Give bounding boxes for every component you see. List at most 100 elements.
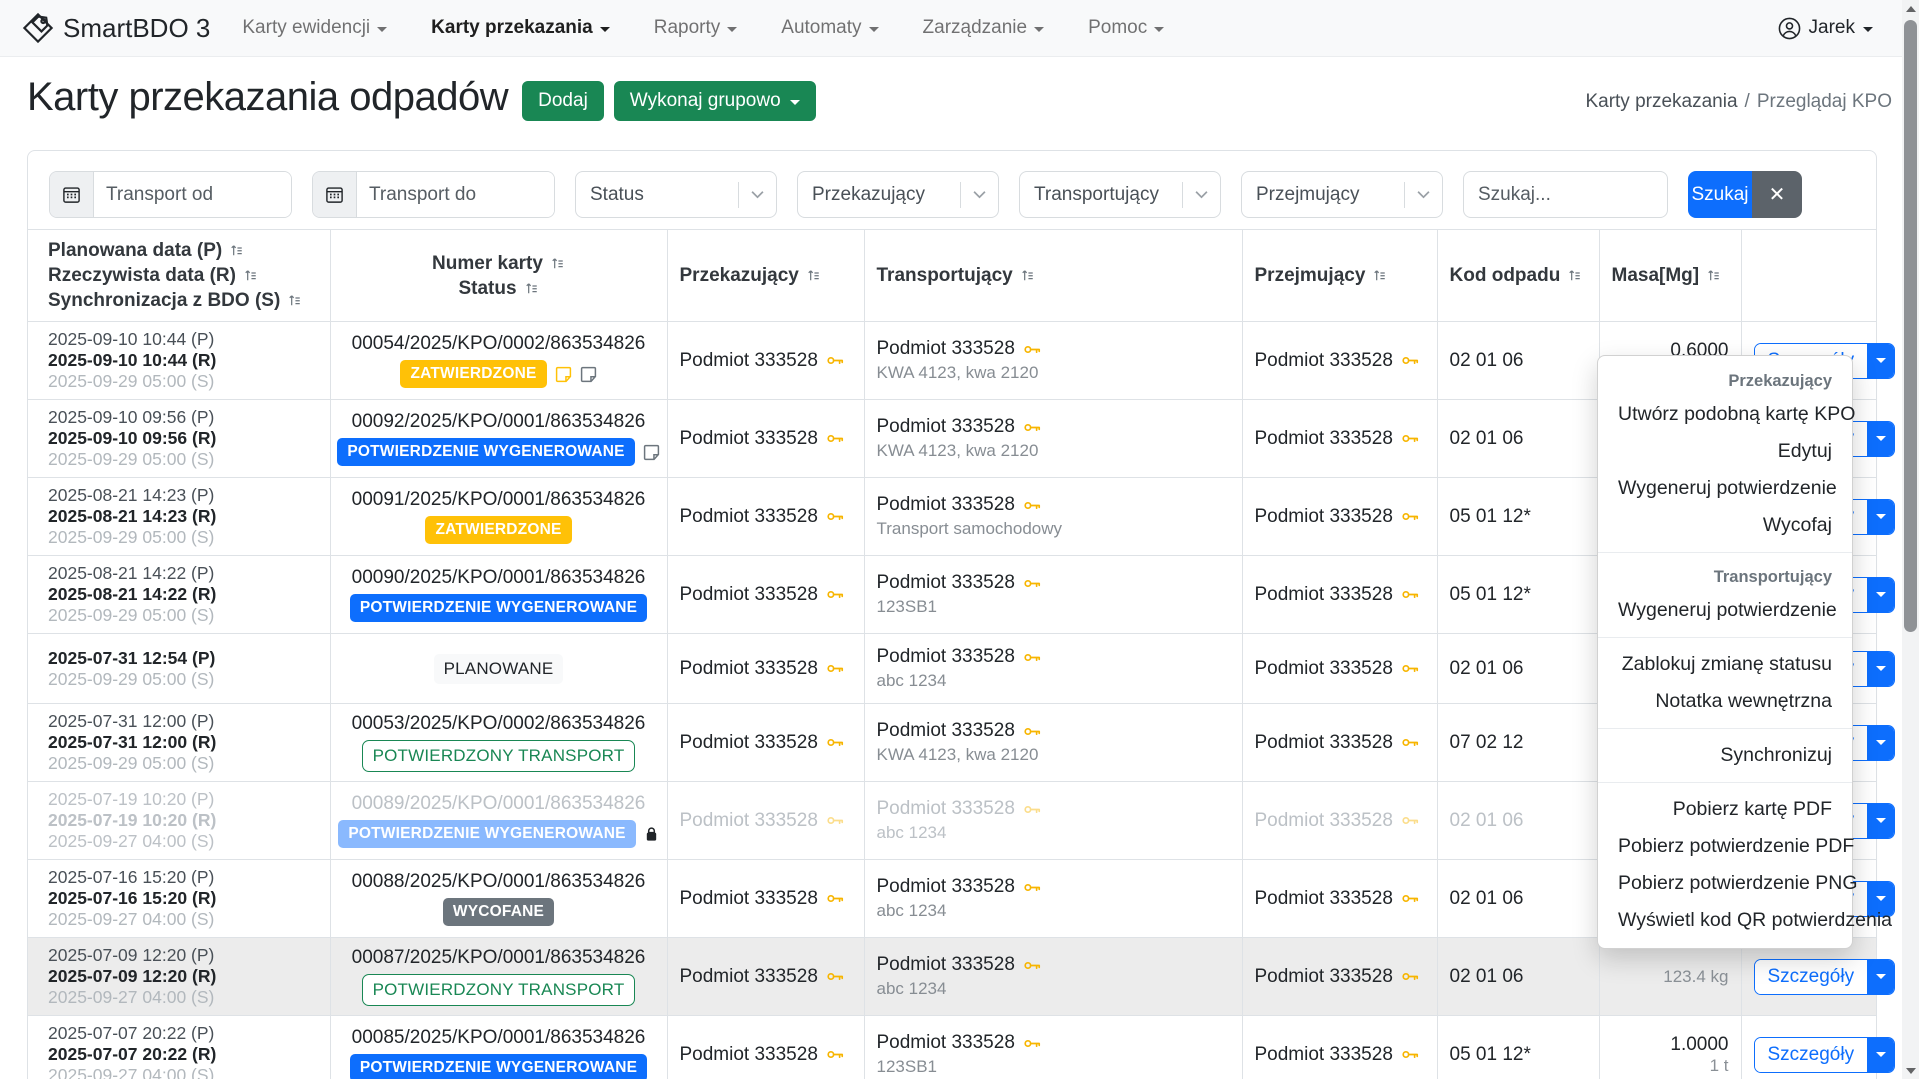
details-caret-button[interactable] — [1867, 804, 1894, 838]
przejmujacy-cell: Podmiot 333528 — [1242, 704, 1437, 782]
calendar-icon[interactable] — [50, 172, 94, 217]
search-input[interactable] — [1463, 171, 1668, 218]
user-menu[interactable]: Jarek — [1778, 17, 1873, 40]
group-actions-button[interactable]: Wykonaj grupowo — [614, 81, 816, 121]
page-header: Karty przekazania odpadów Dodaj Wykonaj … — [0, 57, 1919, 121]
sort-icon — [806, 268, 821, 283]
nav-item-3[interactable]: Automaty — [781, 17, 878, 39]
menu-divider — [1598, 637, 1852, 638]
date-line: 2025-08-21 14:23 (R) — [48, 506, 318, 527]
menu-item[interactable]: Wyświetl kod QR potwierdzenia — [1598, 902, 1852, 939]
menu-item[interactable]: Synchronizuj — [1598, 737, 1852, 774]
calendar-icon[interactable] — [313, 172, 357, 217]
add-button[interactable]: Dodaj — [522, 81, 604, 121]
note-gray-icon[interactable] — [580, 366, 597, 383]
menu-item[interactable]: Pobierz kartę PDF — [1598, 791, 1852, 828]
waste-code-cell: 02 01 06 — [1437, 322, 1599, 400]
header-przejmujacy[interactable]: Przejmujący — [1242, 230, 1437, 322]
key-icon — [1401, 733, 1420, 752]
transportujacy-select[interactable]: Transportujący — [1019, 171, 1221, 218]
sort-icon — [229, 243, 244, 258]
mass-cell: 123.4 kg — [1599, 938, 1741, 1016]
przejmujacy-select[interactable]: Przejmujący — [1241, 171, 1443, 218]
nav-item-4[interactable]: Zarządzanie — [923, 17, 1045, 39]
table-row[interactable]: 2025-07-07 20:22 (P)2025-07-07 20:22 (R)… — [28, 1016, 1876, 1079]
header-kod-odpadu[interactable]: Kod odpadu — [1437, 230, 1599, 322]
przekazujacy-name: Podmiot 333528 — [680, 658, 818, 680]
header-masa[interactable]: Masa[Mg] — [1599, 230, 1741, 322]
chevron-down-icon — [1876, 974, 1886, 979]
note-yellow-icon[interactable] — [555, 366, 572, 383]
header-przekazujacy[interactable]: Przekazujący — [667, 230, 864, 322]
details-caret-button[interactable] — [1867, 652, 1894, 686]
dates-cell: 2025-08-21 14:22 (P)2025-08-21 14:22 (R)… — [28, 556, 330, 634]
status-select[interactable]: Status — [575, 171, 777, 218]
menu-item[interactable]: Notatka wewnętrzna — [1598, 683, 1852, 720]
waste-code-cell: 05 01 12* — [1437, 556, 1599, 634]
przejmujacy-cell: Podmiot 333528 — [1242, 322, 1437, 400]
przejmujacy-name: Podmiot 333528 — [1255, 888, 1393, 910]
search-button[interactable]: Szukaj — [1688, 171, 1752, 218]
page-scrollbar[interactable] — [1902, 0, 1919, 1079]
chevron-down-icon — [600, 27, 610, 32]
details-caret-button[interactable] — [1867, 960, 1894, 994]
details-caret-button[interactable] — [1867, 500, 1894, 534]
przekazujacy-name: Podmiot 333528 — [680, 888, 818, 910]
menu-item[interactable]: Wycofaj — [1598, 507, 1852, 544]
date-line: 2025-09-29 05:00 (S) — [48, 605, 318, 626]
header-transportujacy[interactable]: Transportujący — [864, 230, 1242, 322]
app-brand[interactable]: SmartBDO 3 — [22, 12, 210, 44]
sort-icon — [287, 293, 302, 308]
transportujacy-cell: Podmiot 333528 KWA 4123, kwa 2120 — [864, 322, 1242, 400]
header-number-status[interactable]: Numer karty Status — [330, 230, 667, 322]
scroll-down-arrow[interactable] — [1902, 1062, 1919, 1079]
details-split-button[interactable]: Szczegóły — [1754, 1037, 1896, 1073]
menu-item[interactable]: Wygeneruj potwierdzenie — [1598, 592, 1852, 629]
clear-filters-button[interactable]: ✕ — [1752, 171, 1802, 218]
details-button-label[interactable]: Szczegóły — [1755, 1038, 1868, 1072]
key-icon — [826, 429, 845, 448]
dates-cell: 2025-07-31 12:00 (P)2025-07-31 12:00 (R)… — [28, 704, 330, 782]
details-caret-button[interactable] — [1867, 422, 1894, 456]
scroll-up-arrow[interactable] — [1902, 0, 1919, 17]
menu-item[interactable]: Utwórz podobną kartę KPO — [1598, 396, 1852, 433]
note-gray-icon[interactable] — [643, 444, 660, 461]
details-caret-button[interactable] — [1867, 578, 1894, 612]
nav-item-2[interactable]: Raporty — [654, 17, 738, 39]
waste-code-cell: 05 01 12* — [1437, 1016, 1599, 1079]
transportujacy-detail: 123SB1 — [877, 597, 1230, 617]
transport-from-input[interactable] — [94, 172, 291, 217]
breadcrumb-current: Przeglądaj KPO — [1757, 91, 1892, 112]
menu-item[interactable]: Zablokuj zmianę statusu — [1598, 646, 1852, 683]
przejmujacy-name: Podmiot 333528 — [1255, 658, 1393, 680]
menu-item[interactable]: Pobierz potwierdzenie PDF — [1598, 828, 1852, 865]
waste-code-cell: 07 02 12 — [1437, 704, 1599, 782]
details-caret-button[interactable] — [1867, 1038, 1894, 1072]
przekazujacy-cell: Podmiot 333528 — [667, 322, 864, 400]
dates-cell: 2025-07-31 12:54 (P)2025-09-29 05:00 (S) — [28, 634, 330, 704]
details-split-button[interactable]: Szczegóły — [1754, 959, 1896, 995]
key-icon — [826, 585, 845, 604]
breadcrumb-parent[interactable]: Karty przekazania — [1585, 91, 1737, 112]
header-dates[interactable]: Planowana data (P) Rzeczywista data (R) … — [28, 230, 330, 322]
brand-tag-icon — [22, 12, 54, 44]
nav-item-5[interactable]: Pomoc — [1088, 17, 1164, 39]
transportujacy-cell: Podmiot 333528 abc 1234 — [864, 860, 1242, 938]
transport-to-input[interactable] — [357, 172, 554, 217]
key-icon — [1023, 878, 1042, 897]
row-actions-dropdown-menu: PrzekazującyUtwórz podobną kartę KPOEdyt… — [1597, 355, 1853, 949]
table-row[interactable]: 2025-07-09 12:20 (P)2025-07-09 12:20 (R)… — [28, 938, 1876, 1016]
przekazujacy-select[interactable]: Przekazujący — [797, 171, 999, 218]
nav-item-0[interactable]: Karty ewidencji — [242, 17, 387, 39]
details-caret-button[interactable] — [1867, 726, 1894, 760]
details-button-label[interactable]: Szczegóły — [1755, 960, 1868, 994]
menu-item[interactable]: Edytuj — [1598, 433, 1852, 470]
details-caret-button[interactable] — [1867, 344, 1894, 378]
dates-cell: 2025-07-07 20:22 (P)2025-07-07 20:22 (R)… — [28, 1016, 330, 1079]
scrollbar-thumb[interactable] — [1904, 20, 1917, 632]
chevron-down-icon — [1876, 896, 1886, 901]
status-badge: ZATWIERDZONE — [425, 516, 571, 544]
menu-item[interactable]: Pobierz potwierdzenie PNG — [1598, 865, 1852, 902]
menu-item[interactable]: Wygeneruj potwierdzenie — [1598, 470, 1852, 507]
nav-item-1[interactable]: Karty przekazania — [431, 17, 610, 39]
